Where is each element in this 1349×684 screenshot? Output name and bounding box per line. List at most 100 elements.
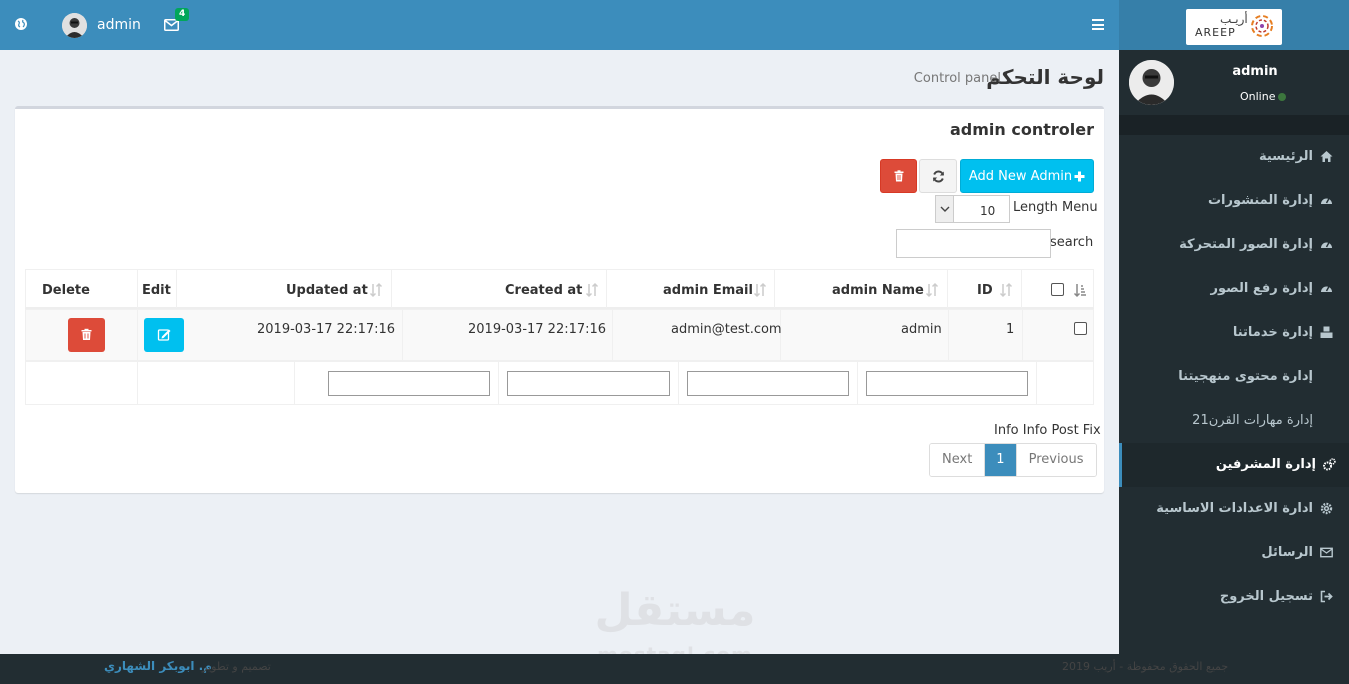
column-created-at-label: Created at — [505, 283, 583, 298]
table-info: Info Info Post Fix — [994, 423, 1101, 438]
filter-updated-at-input[interactable] — [328, 371, 490, 396]
sidebar-item-label: إدارة المنشورات — [1207, 193, 1313, 208]
delete-cell — [26, 310, 137, 362]
sidebar-item-label: إدارة محتوى منهجيتنا — [1178, 369, 1313, 384]
column-edit[interactable]: Edit — [137, 270, 176, 308]
sidebar-user-panel: admin Online — [1119, 50, 1349, 120]
sidebar-item-label: إدارة خدماتنا — [1232, 325, 1313, 340]
sidebar-item-label: إدارة رفع الصور — [1210, 281, 1313, 296]
plus-icon — [1074, 171, 1085, 181]
watermark-arabic: مستقل — [594, 585, 756, 636]
avatar — [1129, 60, 1174, 105]
sidebar-item-sliders[interactable]: إدارة الصور المتحركة — [1119, 223, 1349, 267]
dashboard-icon — [1321, 286, 1332, 292]
row-updated-at: 2019-03-17 22:17:16 — [257, 322, 396, 337]
column-updated-at-label: Updated at — [286, 283, 368, 298]
length-menu-select[interactable]: 10 — [935, 195, 1010, 223]
sidebar-item-image-upload[interactable]: إدارة رفع الصور — [1119, 267, 1349, 311]
sidebar-item-methodology[interactable]: إدارة محتوى منهجيتنا — [1119, 355, 1349, 399]
table-header: Delete Edit Updated at Created at admin … — [25, 269, 1094, 309]
column-admin-email-label: admin Email — [663, 283, 753, 298]
bulk-delete-button[interactable] — [880, 159, 917, 193]
table-row: 2019-03-17 22:17:16 2019-03-17 22:17:16 … — [25, 309, 1094, 362]
logo-mark-icon — [1251, 15, 1273, 37]
sidebar-item-label: الرئيسية — [1258, 149, 1313, 164]
sidebar-item-services[interactable]: إدارة خدماتنا — [1119, 311, 1349, 355]
pagination-page-1[interactable]: 1 — [985, 444, 1016, 476]
watermark: مستقل mostaql.com — [593, 585, 757, 667]
sort-icon — [999, 282, 1013, 298]
globe-icon[interactable] — [14, 17, 28, 31]
user-avatar[interactable] — [62, 13, 87, 38]
column-select — [1021, 270, 1093, 308]
sidebar-divider — [1119, 115, 1349, 135]
sort-icon — [585, 282, 599, 298]
footer-designer-prefix: تصميم و تطوير — [202, 660, 271, 673]
column-admin-name-label: admin Name — [832, 283, 924, 298]
sort-icon — [925, 282, 939, 298]
top-navbar: admin 4 — [0, 0, 1119, 50]
logo-area: أريـب AREEP — [1119, 0, 1349, 50]
filter-name-input[interactable] — [866, 371, 1028, 396]
pagination-previous[interactable]: Previous — [1015, 444, 1096, 476]
pagination-next[interactable]: Next — [930, 444, 986, 476]
row-name: admin — [901, 322, 942, 337]
user-name[interactable]: admin — [97, 17, 141, 33]
logo-arabic-text: أريـب — [1220, 12, 1248, 26]
checkbox-cell — [1022, 310, 1094, 362]
dashboard-icon — [1321, 242, 1332, 248]
status-text: Online — [1240, 90, 1276, 103]
sidebar-item-messages[interactable]: الرسائل — [1119, 531, 1349, 575]
edit-row-button[interactable] — [144, 318, 184, 352]
column-updated-at[interactable]: Updated at — [176, 270, 391, 308]
sidebar-item-home[interactable]: الرئيسية — [1119, 135, 1349, 179]
filter-cell — [26, 362, 137, 404]
chevron-down-icon — [936, 196, 954, 222]
admin-panel-box: admin controler Add New Admin Length Men… — [15, 106, 1104, 493]
sidebar-item-label: إدارة مهارات القرن21 — [1192, 413, 1313, 428]
trash-icon — [894, 170, 903, 182]
sidebar-item-supervisors[interactable]: إدارة المشرفين — [1119, 443, 1349, 487]
logo-latin-text: AREEP — [1195, 26, 1236, 39]
footer-copyright: جميع الحقوق محفوظة - أريب 2019 — [1062, 660, 1229, 673]
sidebar-menu: الرئيسية إدارة المنشورات إدارة الصور الم… — [1119, 135, 1349, 619]
box-title: admin controler — [950, 120, 1094, 139]
sidebar-item-label: إدارة المشرفين — [1215, 457, 1316, 472]
filter-email-input[interactable] — [687, 371, 849, 396]
column-delete-label: Delete — [42, 283, 90, 298]
select-all-checkbox[interactable] — [1051, 283, 1064, 296]
logo[interactable]: أريـب AREEP — [1186, 9, 1282, 45]
row-checkbox[interactable] — [1074, 322, 1087, 335]
sidebar-item-settings[interactable]: ادارة الاعدادات الاساسية — [1119, 487, 1349, 531]
column-id[interactable]: ID — [947, 270, 1021, 308]
column-created-at[interactable]: Created at — [391, 270, 606, 308]
search-label: search — [1050, 235, 1094, 250]
sidebar-item-label: ادارة الاعدادات الاساسية — [1156, 501, 1313, 516]
footer-designer-name[interactable]: م. ابوبكر الشهاري — [104, 659, 212, 673]
refresh-button[interactable] — [919, 159, 957, 193]
mail-count-badge: 4 — [175, 8, 190, 21]
delete-row-button[interactable] — [68, 318, 105, 352]
add-admin-button[interactable]: Add New Admin — [960, 159, 1094, 193]
refresh-icon — [932, 170, 944, 182]
length-menu-label: Length Menu — [1013, 200, 1098, 215]
sidebar-item-posts[interactable]: إدارة المنشورات — [1119, 179, 1349, 223]
table-filter-row — [25, 361, 1094, 405]
filter-created-at-input[interactable] — [507, 371, 670, 396]
sidebar-item-label: إدارة الصور المتحركة — [1179, 237, 1313, 252]
column-admin-email[interactable]: admin Email — [606, 270, 774, 308]
sidebar-item-logout[interactable]: تسجيل الخروج — [1119, 575, 1349, 619]
sidebar: admin Online الرئيسية إدارة المنشورات إد… — [1119, 50, 1349, 654]
filter-cell — [137, 362, 294, 404]
row-email: admin@test.com — [671, 322, 782, 337]
column-delete[interactable]: Delete — [26, 270, 137, 308]
sort-icon — [753, 282, 767, 298]
column-admin-name[interactable]: admin Name — [774, 270, 947, 308]
home-icon — [1320, 151, 1333, 162]
dashboard-icon — [1321, 198, 1332, 204]
sidebar-item-skills[interactable]: إدارة مهارات القرن21 — [1119, 399, 1349, 443]
sidebar-toggle-icon[interactable] — [1092, 19, 1104, 30]
sidebar-item-label: الرسائل — [1261, 545, 1313, 560]
cogs-icon — [1323, 458, 1336, 471]
search-input[interactable] — [896, 229, 1051, 258]
